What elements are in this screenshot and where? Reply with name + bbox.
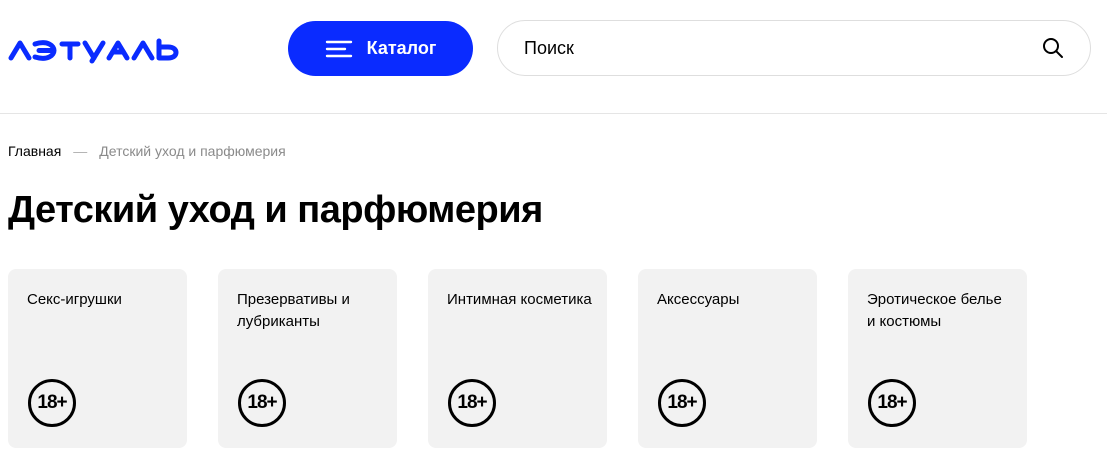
menu-icon [325,40,352,57]
catalog-button[interactable]: Каталог [288,21,473,76]
logo[interactable] [8,34,184,64]
category-card-label: Аксессуары [657,291,740,308]
age-restriction-badge: 18+ [448,379,496,427]
logo-wordmark [8,38,179,64]
age-restriction-badge: 18+ [28,379,76,427]
category-card-label: Секс-игрушки [27,291,122,308]
age-restriction-badge: 18+ [658,379,706,427]
age-restriction-badge: 18+ [868,379,916,427]
search-icon[interactable] [1042,37,1064,59]
catalog-button-label: Каталог [366,38,437,58]
category-card[interactable]: Интимная косметика 18+ [428,269,607,448]
age-restriction-badge: 18+ [238,379,286,427]
category-card-label: Эротическое белье и костюмы [867,291,1002,330]
category-card[interactable]: Презервативы и лубриканты 18+ [218,269,397,448]
category-grid: Секс-игрушки 18+ Презервативы и лубрикан… [8,269,1058,448]
site-header: Каталог [0,0,1107,114]
breadcrumb-current: Детский уход и парфюмерия [99,143,286,159]
breadcrumb-separator: — [73,143,88,159]
category-card[interactable]: Эротическое белье и костюмы 18+ [848,269,1027,448]
search-bar [497,20,1091,76]
search-input[interactable] [524,21,1024,75]
category-card-label: Интимная косметика [447,291,592,308]
breadcrumb-home-link[interactable]: Главная [8,143,61,159]
category-card[interactable]: Аксессуары 18+ [638,269,817,448]
category-card-label: Презервативы и лубриканты [237,291,350,330]
breadcrumb: Главная — Детский уход и парфюмерия [8,143,286,159]
category-card[interactable]: Секс-игрушки 18+ [8,269,187,448]
page-title: Детский уход и парфюмерия [8,189,543,231]
